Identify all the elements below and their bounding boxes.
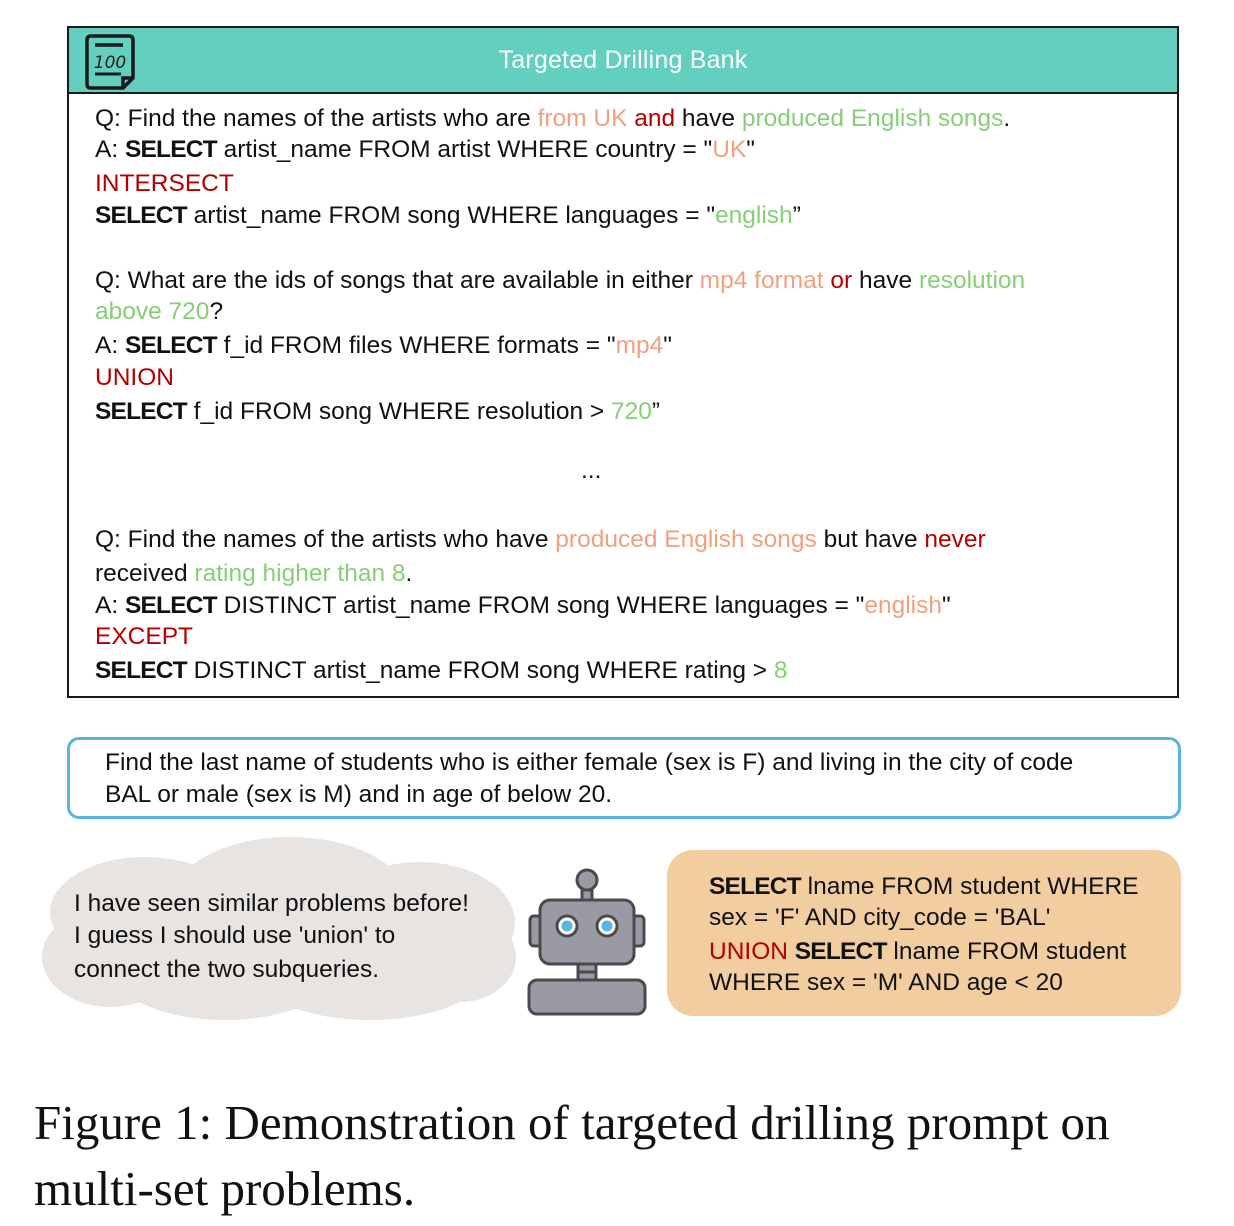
answer-line-4: WHERE sex = 'M' AND age < 20 (709, 969, 1063, 996)
target-question-box: Find the last name of students who is ei… (67, 737, 1181, 819)
example-1-question: Q: Find the names of the artists who are… (95, 105, 1011, 132)
answer-line-1: SELECT lname FROM student WHERE (709, 873, 1139, 900)
example-2-set-operator: UNION (95, 364, 174, 391)
thought-line-2: I guess I should use 'union' to (74, 922, 396, 949)
example-3-set-operator: EXCEPT (95, 623, 194, 650)
caption-line-2: multi-set problems. (34, 1161, 416, 1216)
caption-line-1: Figure 1: Demonstration of targeted dril… (34, 1095, 1110, 1150)
answer-line-3: UNION SELECT lname FROM student (709, 938, 1127, 965)
bank-title: Targeted Drilling Bank (498, 45, 748, 74)
question-line-2: BAL or male (sex is M) and in age of bel… (105, 781, 613, 808)
example-2-answer-part-2: SELECT f_id FROM song WHERE resolution >… (95, 398, 661, 425)
thought-line-1: I have seen similar problems before! (74, 890, 469, 917)
bank-header: 100 Targeted Drilling Bank (69, 28, 1177, 94)
example-1-set-operator: INTERSECT (95, 170, 234, 197)
example-1-answer-part-1: A: SELECT artist_name FROM artist WHERE … (95, 136, 755, 163)
ellipsis: ... (581, 457, 602, 484)
answer-line-2: sex = 'F' AND city_code = 'BAL' (709, 904, 1051, 931)
example-2-question-cont: above 720? (95, 298, 224, 325)
example-3-question-cont: received rating higher than 8. (95, 560, 413, 587)
example-3-answer-part-1: A: SELECT DISTINCT artist_name FROM song… (95, 592, 951, 619)
figure-caption: Figure 1: Demonstration of targeted dril… (34, 1090, 1224, 1222)
example-3-answer-part-2: SELECT DISTINCT artist_name FROM song WH… (95, 657, 788, 684)
question-line-1: Find the last name of students who is ei… (105, 749, 1074, 776)
example-2-question: Q: What are the ids of songs that are av… (95, 267, 1026, 294)
example-1-answer-part-2: SELECT artist_name FROM song WHERE langu… (95, 202, 801, 229)
hundred-points-icon: 100 (85, 34, 135, 90)
generated-sql-answer: SELECT lname FROM student WHERE sex = 'F… (667, 850, 1181, 1016)
example-2-answer-part-1: A: SELECT f_id FROM files WHERE formats … (95, 332, 672, 359)
robot-icon (527, 868, 647, 1016)
svg-text:100: 100 (94, 53, 126, 73)
example-3-question: Q: Find the names of the artists who hav… (95, 526, 986, 553)
thought-line-3: connect the two subqueries. (74, 956, 380, 983)
drilling-bank-panel: 100 Targeted Drilling Bank Q: Find the n… (67, 26, 1179, 698)
